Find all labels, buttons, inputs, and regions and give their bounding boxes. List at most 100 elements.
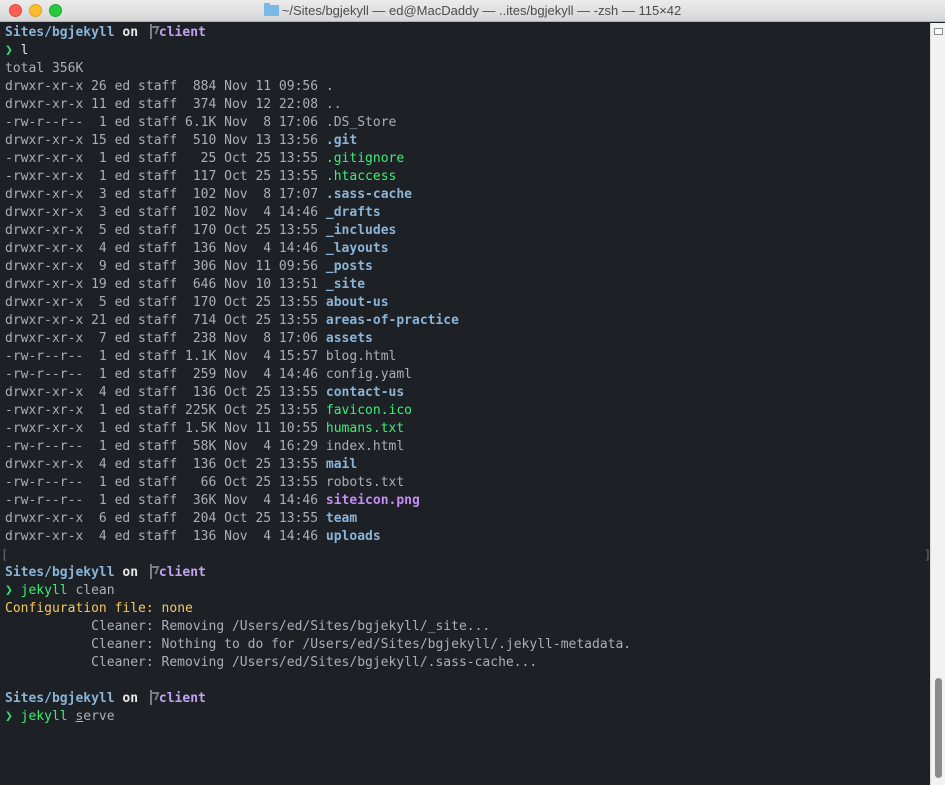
- listing-meta: drwxr-xr-x 4 ed staff 136 Oct 25 13:55: [5, 457, 326, 472]
- listing-row: drwxr-xr-x 4 ed staff 136 Oct 25 13:55 c…: [5, 384, 930, 402]
- command-text: l: [20, 43, 29, 58]
- listing-filename: _site: [325, 277, 366, 292]
- listing-filename: _drafts: [325, 205, 381, 220]
- listing-row: drwxr-xr-x 11 ed staff 374 Nov 12 22:08 …: [5, 96, 930, 114]
- command-arg: clean: [67, 583, 115, 598]
- listing-filename: .: [325, 79, 334, 94]
- listing-meta: drwxr-xr-x 19 ed staff 646 Nov 10 13:51: [5, 277, 326, 292]
- scrollbar-thumb[interactable]: [935, 678, 942, 778]
- listing-row: drwxr-xr-x 21 ed staff 714 Oct 25 13:55 …: [5, 312, 930, 330]
- listing-meta: drwxr-xr-x 7 ed staff 238 Nov 8 17:06: [5, 331, 326, 346]
- listing-meta: drwxr-xr-x 4 ed staff 136 Nov 4 14:46: [5, 529, 326, 544]
- command-line: ❯ jekyll clean: [5, 582, 930, 600]
- output-line: Cleaner: Removing /Users/ed/Sites/bgjeky…: [5, 619, 491, 634]
- listing-meta: -rw-r--r-- 1 ed staff 259 Nov 4 14:46: [5, 367, 326, 382]
- prompt-line: Sites/bgjekyll on client: [5, 690, 930, 708]
- listing-meta: drwxr-xr-x 5 ed staff 170 Oct 25 13:55: [5, 295, 326, 310]
- listing-meta: drwxr-xr-x 4 ed staff 136 Nov 4 14:46: [5, 241, 326, 256]
- listing-row: -rwxr-xr-x 1 ed staff 225K Oct 25 13:55 …: [5, 402, 930, 420]
- listing-meta: drwxr-xr-x 6 ed staff 204 Oct 25 13:55: [5, 511, 326, 526]
- prompt-on: on: [122, 565, 139, 580]
- listing-row: drwxr-xr-x 3 ed staff 102 Nov 4 14:46 _d…: [5, 204, 930, 222]
- command-line: ❯ l: [5, 42, 930, 60]
- command-input-line[interactable]: ❯ jekyll serve: [5, 708, 930, 726]
- command-text: jekyll: [20, 583, 68, 598]
- listing-row: drwxr-xr-x 3 ed staff 102 Nov 8 17:07 .s…: [5, 186, 930, 204]
- window-title-text: ~/Sites/bgjekyll — ed@MacDaddy — ..ites/…: [281, 3, 682, 18]
- listing-meta: -rw-r--r-- 1 ed staff 1.1K Nov 4 15:57: [5, 349, 326, 364]
- listing-meta: -rwxr-xr-x 1 ed staff 1.5K Nov 11 10:55: [5, 421, 326, 436]
- listing-row: drwxr-xr-x 4 ed staff 136 Oct 25 13:55 m…: [5, 456, 930, 474]
- listing-row: drwxr-xr-x 4 ed staff 136 Nov 4 14:46 up…: [5, 528, 930, 546]
- prompt-line: Sites/bgjekyll on client: [5, 564, 930, 582]
- listing-filename: ..: [325, 97, 342, 112]
- listing-filename: contact-us: [325, 385, 405, 400]
- listing-row: -rw-r--r-- 1 ed staff 6.1K Nov 8 17:06 .…: [5, 114, 930, 132]
- listing-filename: _posts: [325, 259, 373, 274]
- listing-meta: -rw-r--r-- 1 ed staff 66 Oct 25 13:55: [5, 475, 326, 490]
- listing-filename: favicon.ico: [325, 403, 412, 418]
- listing-total: total 356K: [5, 61, 84, 76]
- config-line: Configuration file: none: [5, 600, 930, 618]
- listing-filename: areas-of-practice: [325, 313, 459, 328]
- title-bar: ~/Sites/bgjekyll — ed@MacDaddy — ..ites/…: [0, 0, 945, 22]
- listing-filename: _includes: [325, 223, 397, 238]
- listing-meta: -rw-r--r-- 1 ed staff 6.1K Nov 8 17:06: [5, 115, 326, 130]
- listing-filename: .git: [325, 133, 358, 148]
- listing-row: drwxr-xr-x 5 ed staff 170 Oct 25 13:55 a…: [5, 294, 930, 312]
- listing-meta: drwxr-xr-x 4 ed staff 136 Oct 25 13:55: [5, 385, 326, 400]
- config-value: none: [153, 601, 193, 616]
- listing-filename: .sass-cache: [325, 187, 412, 202]
- listing-row: -rwxr-xr-x 1 ed staff 1.5K Nov 11 10:55 …: [5, 420, 930, 438]
- listing-meta: -rwxr-xr-x 1 ed staff 25 Oct 25 13:55: [5, 151, 326, 166]
- prompt-branch: client: [158, 25, 206, 40]
- listing-meta: drwxr-xr-x 5 ed staff 170 Oct 25 13:55: [5, 223, 326, 238]
- listing-row: -rwxr-xr-x 1 ed staff 117 Oct 25 13:55 .…: [5, 168, 930, 186]
- prompt-path: Sites/bgjekyll: [5, 691, 115, 706]
- prompt-line: Sites/bgjekyll on client: [5, 24, 930, 42]
- listing-filename: mail: [325, 457, 358, 472]
- listing-filename: index.html: [325, 439, 405, 454]
- git-branch-icon: [148, 24, 156, 39]
- listing-row: drwxr-xr-x 26 ed staff 884 Nov 11 09:56 …: [5, 78, 930, 96]
- listing-filename: .DS_Store: [325, 115, 397, 130]
- listing-row: -rw-r--r-- 1 ed staff 58K Nov 4 16:29 in…: [5, 438, 930, 456]
- listing-filename: blog.html: [325, 349, 397, 364]
- directory-listing: drwxr-xr-x 26 ed staff 884 Nov 11 09:56 …: [5, 78, 930, 546]
- scroll-up-icon[interactable]: [934, 28, 943, 35]
- prompt-symbol: ❯: [5, 583, 13, 598]
- listing-meta: -rw-r--r-- 1 ed staff 36K Nov 4 14:46: [5, 493, 326, 508]
- listing-row: -rwxr-xr-x 1 ed staff 25 Oct 25 13:55 .g…: [5, 150, 930, 168]
- prompt-branch: client: [158, 691, 206, 706]
- terminal-content[interactable]: Sites/bgjekyll on client ❯ l total 356K …: [0, 23, 930, 785]
- prompt-on: on: [122, 691, 139, 706]
- listing-meta: drwxr-xr-x 15 ed staff 510 Nov 13 13:56: [5, 133, 326, 148]
- git-branch-icon: [148, 690, 156, 705]
- listing-filename: .gitignore: [325, 151, 405, 166]
- listing-row: -rw-r--r-- 1 ed staff 1.1K Nov 4 15:57 b…: [5, 348, 930, 366]
- scrollbar[interactable]: [930, 23, 945, 785]
- autosuggest-text: erve: [83, 709, 115, 724]
- prompt-path: Sites/bgjekyll: [5, 565, 115, 580]
- listing-filename: team: [325, 511, 358, 526]
- listing-meta: drwxr-xr-x 3 ed staff 102 Nov 4 14:46: [5, 205, 326, 220]
- prompt-symbol: ❯: [5, 709, 13, 724]
- prompt-branch: client: [158, 565, 206, 580]
- window-title: ~/Sites/bgjekyll — ed@MacDaddy — ..ites/…: [0, 3, 945, 18]
- listing-row: drwxr-xr-x 4 ed staff 136 Nov 4 14:46 _l…: [5, 240, 930, 258]
- listing-filename: uploads: [325, 529, 381, 544]
- listing-filename: _layouts: [325, 241, 389, 256]
- listing-row: drwxr-xr-x 15 ed staff 510 Nov 13 13:56 …: [5, 132, 930, 150]
- listing-meta: drwxr-xr-x 3 ed staff 102 Nov 8 17:07: [5, 187, 326, 202]
- listing-row: -rw-r--r-- 1 ed staff 259 Nov 4 14:46 co…: [5, 366, 930, 384]
- listing-meta: drwxr-xr-x 26 ed staff 884 Nov 11 09:56: [5, 79, 326, 94]
- listing-row: -rw-r--r-- 1 ed staff 36K Nov 4 14:46 si…: [5, 492, 930, 510]
- listing-filename: assets: [325, 331, 373, 346]
- listing-filename: about-us: [325, 295, 389, 310]
- listing-meta: -rw-r--r-- 1 ed staff 58K Nov 4 16:29: [5, 439, 326, 454]
- prompt-symbol: ❯: [5, 43, 13, 58]
- listing-meta: -rwxr-xr-x 1 ed staff 117 Oct 25 13:55: [5, 169, 326, 184]
- listing-row: -rw-r--r-- 1 ed staff 66 Oct 25 13:55 ro…: [5, 474, 930, 492]
